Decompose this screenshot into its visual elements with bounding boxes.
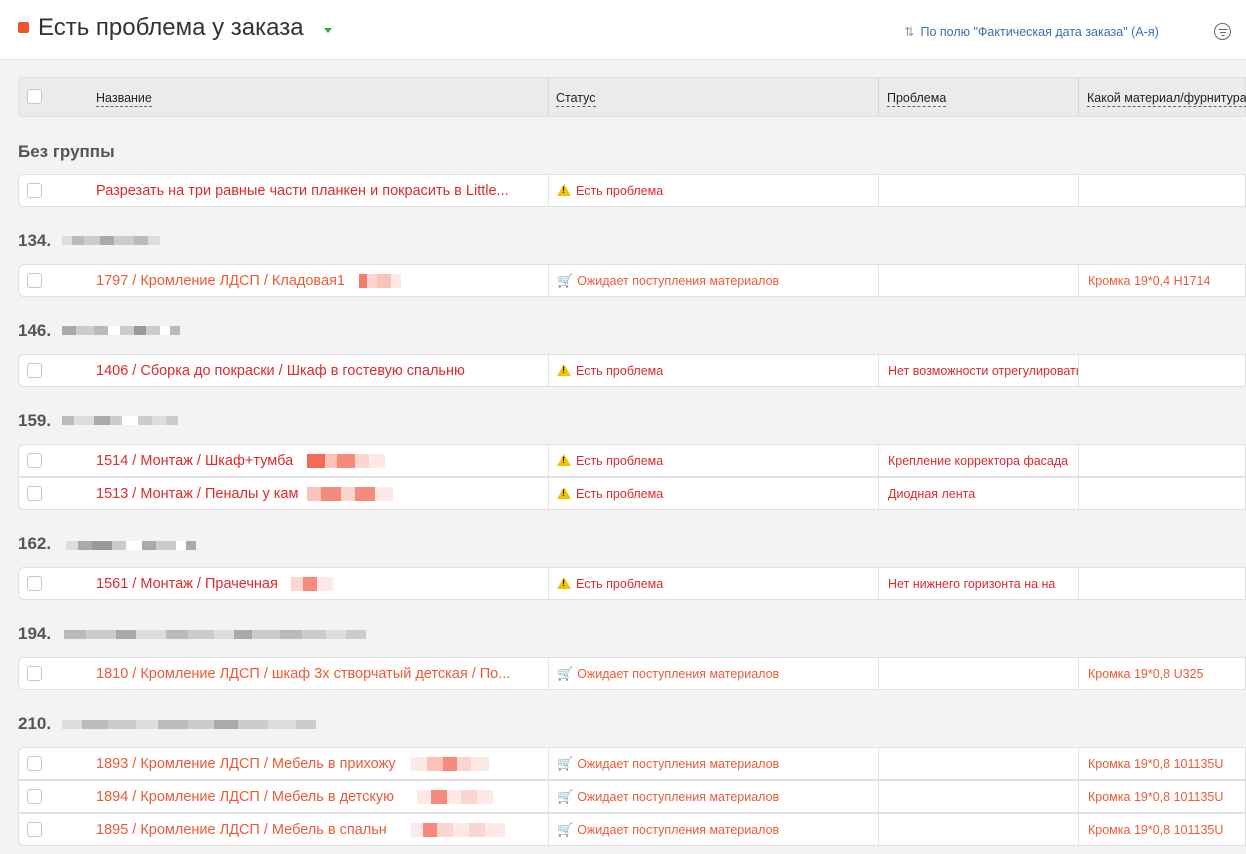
title-color-dot xyxy=(18,22,29,33)
row-checkbox[interactable] xyxy=(27,822,42,837)
table-row[interactable]: 1895 / Кромление ЛДСП / Мебель в спальн … xyxy=(18,813,1246,846)
table-row[interactable]: 1513 / Монтаж / Пеналы у кам Есть пробле… xyxy=(18,477,1246,510)
row-material[interactable] xyxy=(1088,568,1246,599)
row-material[interactable]: Кромка 19*0,8 101135U xyxy=(1088,781,1246,812)
row-problem[interactable] xyxy=(888,175,1078,206)
row-problem[interactable] xyxy=(888,814,1078,845)
table-row[interactable]: 1893 / Кромление ЛДСП / Мебель в прихожу… xyxy=(18,747,1246,780)
sort-arrows-icon: ⇅ xyxy=(904,25,915,39)
row-problem[interactable] xyxy=(888,781,1078,812)
top-bar: Есть проблема у заказа ⇅ По полю "Фактиче… xyxy=(0,0,1246,60)
row-checkbox[interactable] xyxy=(27,183,42,198)
row-status[interactable]: 🛒 Ожидает поступления материалов xyxy=(557,814,877,845)
row-checkbox[interactable] xyxy=(27,486,42,501)
redacted-text xyxy=(307,487,393,501)
table-row[interactable]: 1797 / Кромление ЛДСП / Кладовая1 🛒 Ожида… xyxy=(18,264,1246,297)
row-name[interactable]: Разрезать на три равные части планкен и … xyxy=(96,175,548,206)
group-title[interactable]: 134. xyxy=(18,231,51,251)
warning-icon xyxy=(557,184,571,196)
redacted-text xyxy=(62,326,180,335)
table-header: Название Статус Проблема Какой материал/… xyxy=(18,77,1246,117)
sort-label: По полю "Фактическая дата заказа" (А-я) xyxy=(920,25,1159,39)
row-problem[interactable] xyxy=(888,265,1078,296)
row-problem[interactable]: Диодная лента xyxy=(888,478,1078,509)
row-name[interactable]: 1797 / Кромление ЛДСП / Кладовая1 xyxy=(96,265,548,296)
row-checkbox[interactable] xyxy=(27,363,42,378)
row-material[interactable]: Кромка 19*0,8 101135U xyxy=(1088,814,1246,845)
redacted-text xyxy=(64,630,366,639)
redacted-text xyxy=(66,541,196,550)
table-row[interactable]: 1406 / Сборка до покраски / Шкаф в госте… xyxy=(18,354,1246,387)
row-status[interactable]: 🛒 Ожидает поступления материалов xyxy=(557,658,877,689)
row-problem[interactable]: Нет возможности отрегулировать xyxy=(888,355,1078,386)
page-title[interactable]: Есть проблема у заказа xyxy=(38,14,304,42)
row-material[interactable] xyxy=(1088,478,1246,509)
select-all-checkbox[interactable] xyxy=(27,89,42,104)
warning-icon xyxy=(557,364,571,376)
cart-icon: 🛒 xyxy=(557,789,574,804)
row-status[interactable]: 🛒 Ожидает поступления материалов xyxy=(557,265,877,296)
row-status[interactable]: 🛒 Ожидает поступления материалов xyxy=(557,781,877,812)
group-title[interactable]: 162. xyxy=(18,534,51,554)
column-header-material[interactable]: Какой материал/фурнитура xyxy=(1087,78,1246,116)
warning-icon xyxy=(557,454,571,466)
row-status[interactable]: Есть проблема xyxy=(557,568,877,599)
row-checkbox[interactable] xyxy=(27,273,42,288)
redacted-text xyxy=(62,236,160,245)
filter-icon[interactable] xyxy=(1214,23,1231,40)
row-problem[interactable]: Нет нижнего горизонта на на xyxy=(888,568,1078,599)
cart-icon: 🛒 xyxy=(557,273,574,288)
column-header-status[interactable]: Статус xyxy=(556,78,596,116)
row-material[interactable] xyxy=(1088,445,1246,476)
row-checkbox[interactable] xyxy=(27,756,42,771)
group-title[interactable]: 146. xyxy=(18,321,51,341)
row-problem[interactable] xyxy=(888,748,1078,779)
group-title[interactable]: Без группы xyxy=(18,142,115,162)
redacted-text xyxy=(359,274,401,288)
table-row[interactable]: 1514 / Монтаж / Шкаф+тумба Есть проблема… xyxy=(18,444,1246,477)
cart-icon: 🛒 xyxy=(557,756,574,771)
table-row[interactable]: 1561 / Монтаж / Прачечная Есть проблема … xyxy=(18,567,1246,600)
warning-icon xyxy=(557,577,571,589)
row-name[interactable]: 1406 / Сборка до покраски / Шкаф в госте… xyxy=(96,355,548,386)
row-status[interactable]: 🛒 Ожидает поступления материалов xyxy=(557,748,877,779)
table-row[interactable]: 1810 / Кромление ЛДСП / шкаф 3х створчат… xyxy=(18,657,1246,690)
chevron-down-icon[interactable] xyxy=(324,28,332,33)
cart-icon: 🛒 xyxy=(557,666,574,681)
row-material[interactable] xyxy=(1088,175,1246,206)
redacted-text xyxy=(417,790,493,804)
row-checkbox[interactable] xyxy=(27,666,42,681)
row-material[interactable]: Кромка 19*0,8 U325 xyxy=(1088,658,1246,689)
row-material[interactable]: Кромка 19*0,8 101135U xyxy=(1088,748,1246,779)
row-material[interactable]: Кромка 19*0,4 H1714 xyxy=(1088,265,1246,296)
group-title[interactable]: 159. xyxy=(18,411,51,431)
warning-icon xyxy=(557,487,571,499)
redacted-text xyxy=(411,823,505,837)
row-checkbox[interactable] xyxy=(27,453,42,468)
row-checkbox[interactable] xyxy=(27,789,42,804)
cart-icon: 🛒 xyxy=(557,822,574,837)
redacted-text xyxy=(62,720,316,729)
column-header-name[interactable]: Название xyxy=(96,78,152,116)
redacted-text xyxy=(291,577,333,591)
redacted-text xyxy=(307,454,385,468)
row-name[interactable]: 1810 / Кромление ЛДСП / шкаф 3х створчат… xyxy=(96,658,548,689)
row-checkbox[interactable] xyxy=(27,576,42,591)
row-status[interactable]: Есть проблема xyxy=(557,478,877,509)
table-row[interactable]: Разрезать на три равные части планкен и … xyxy=(18,174,1246,207)
redacted-text xyxy=(62,416,178,425)
table-row[interactable]: 1894 / Кромление ЛДСП / Мебель в детскую… xyxy=(18,780,1246,813)
group-title[interactable]: 210. xyxy=(18,714,51,734)
column-header-problem[interactable]: Проблема xyxy=(887,78,947,116)
row-problem[interactable] xyxy=(888,658,1078,689)
redacted-text xyxy=(411,757,489,771)
row-status[interactable]: Есть проблема xyxy=(557,355,877,386)
row-material[interactable] xyxy=(1088,355,1246,386)
row-status[interactable]: Есть проблема xyxy=(557,175,877,206)
row-status[interactable]: Есть проблема xyxy=(557,445,877,476)
row-problem[interactable]: Крепление корректора фасада xyxy=(888,445,1078,476)
group-title[interactable]: 194. xyxy=(18,624,51,644)
sort-control[interactable]: ⇅ По полю "Фактическая дата заказа" (А-я) xyxy=(904,24,1159,39)
